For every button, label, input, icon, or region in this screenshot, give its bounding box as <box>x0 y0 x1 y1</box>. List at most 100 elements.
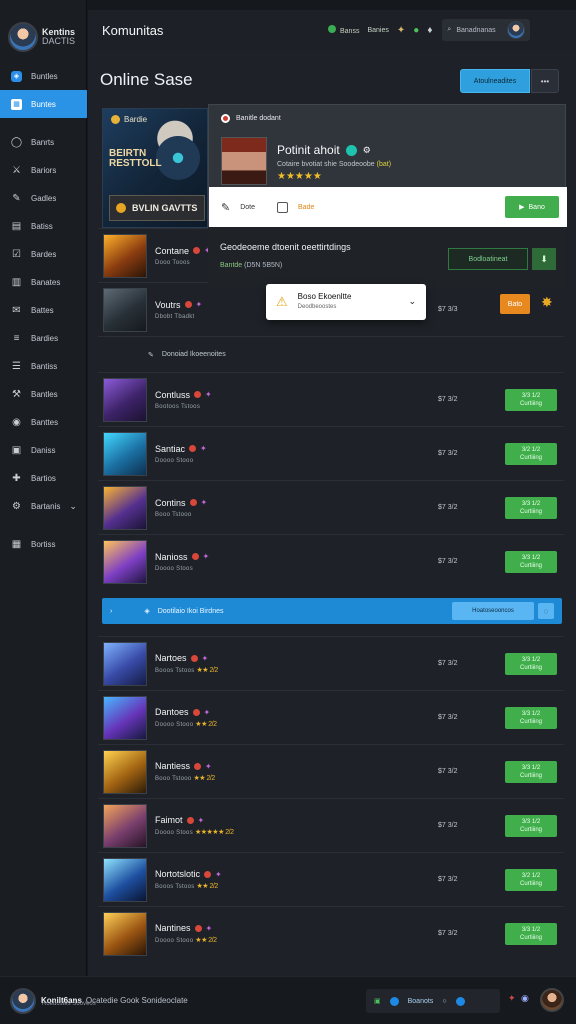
gem-icon: ✦ <box>215 869 222 879</box>
game-row[interactable]: Faimot ✦ Doooo Stoos ★★★★★ 2/2 $7 3/2 3/3 1/… <box>98 798 564 852</box>
sidebar-item-10[interactable]: ☰ Bantiss <box>0 352 87 380</box>
game-row[interactable]: Nanioss ✦ Doooo Stoos $7 3/2 3/3 1/2 Curtiii… <box>98 534 564 588</box>
bottom-profile-avatar[interactable] <box>540 988 564 1012</box>
status-dropdown[interactable]: ⚠ Boso Ekoenltte Deodbeoostes ⌄ <box>266 284 426 320</box>
game-row[interactable]: Nantiess ✦ Booo Tstooo ★★ 2/2 $7 3/2 3/3 1/2… <box>98 744 564 798</box>
promo-banner[interactable]: › ◈ Dootilaio Ikoi Birdnes Hoatoseooncos ◌ <box>102 598 562 624</box>
profile-avatar[interactable] <box>507 21 526 39</box>
popup-header: Banitle dodant <box>209 105 565 131</box>
sidebar-item-12[interactable]: ◉ Banttes <box>0 408 87 436</box>
sidebar-item-16[interactable]: ▦ Bortiss <box>0 530 87 558</box>
game-name-label: Contluss <box>155 389 191 400</box>
notice-button[interactable]: Bodloatineat <box>448 248 528 270</box>
sidebar-item-11[interactable]: ⚒ Bantles <box>0 380 87 408</box>
sidebar-item-13[interactable]: ▣ Daniss <box>0 436 87 464</box>
game-row[interactable]: Nartoes ✦ Booos Tstoos ★★ 2/2 $7 3/2 3/3 1/2… <box>98 636 564 690</box>
buy-button[interactable]: 3/3 1/2 Curtiiing <box>505 388 557 411</box>
globe-icon[interactable]: ◉ <box>521 993 529 1004</box>
game-row[interactable]: Nantines ✦ Doooo Stooo ★★ 2/2 $7 3/2 3/3 1/2… <box>98 906 564 960</box>
sidebar-item-9[interactable]: ≡ Bardies <box>0 324 87 352</box>
buy-line2: Curtiiing <box>519 400 542 407</box>
game-subtitle: Doooo Stooo ★★ 2/2 <box>155 720 355 728</box>
buy-button[interactable]: 3/3 1/2 Curtiiing <box>505 550 557 573</box>
buy-line2: Curtiiing <box>519 664 542 671</box>
hero-category-label: Bardie <box>124 115 148 124</box>
sidebar-item-7[interactable]: ▥ Banates <box>0 268 87 296</box>
badge-icon <box>184 301 192 308</box>
notice-button-label: Bodloatineat <box>468 255 508 263</box>
star-badge-icon[interactable]: ✸ <box>541 294 553 311</box>
popup-action-bar: ✎ Dote Bade ▶ Bano <box>209 187 567 227</box>
game-thumbnail <box>103 485 147 530</box>
game-row[interactable]: Contluss ✦ Bootoos Tstoos $7 3/2 3/3 1/2 Cur… <box>98 372 564 426</box>
game-price: $7 3/2 <box>438 876 458 883</box>
bell-icon[interactable]: ♦ <box>427 25 432 36</box>
sidebar-item-15[interactable]: ⚙ Bartanis ⌄ <box>0 492 87 520</box>
badge-icon <box>189 499 197 506</box>
orange-action-button[interactable]: Bato <box>500 294 530 314</box>
more-menu-button[interactable]: ••• <box>531 69 559 93</box>
notice-icon-button[interactable]: ⬇ <box>532 248 556 270</box>
bottom-status-pill[interactable]: ▣ Boanots ○ <box>366 989 500 1013</box>
game-row[interactable]: Santiac ✦ Doooo Stooo $7 3/2 3/2 1/2 Curtiii… <box>98 426 564 480</box>
game-subtitle-label: Doooo Stoos <box>155 565 193 572</box>
promo-icon-button[interactable]: ◌ <box>538 603 554 619</box>
gift-icon[interactable]: ✦ <box>397 25 405 36</box>
sidebar-item-1[interactable]: ▦ Buntes <box>0 90 87 118</box>
game-rating: ★★★★★ 2/2 <box>194 829 234 836</box>
top-link-2[interactable]: Banies <box>367 27 388 34</box>
hero-card[interactable]: Bardie BEIRTN RESTTOLL BVLIN GAVTTS <box>102 108 208 228</box>
sidebar-item-2[interactable]: ◯ Banrts <box>0 128 87 156</box>
buy-button[interactable]: 3/3 1/2 Curtiiing <box>505 760 557 783</box>
sidebar-item-6[interactable]: ☑ Bardes <box>0 240 87 268</box>
game-row[interactable]: Nortotslotic ✦ Booos Tstoos ★★ 2/2 $7 3/2 3/… <box>98 852 564 906</box>
sidebar-item-4[interactable]: ✎ Gadles <box>0 184 87 212</box>
dropdown-text: Boso Ekoenltte Deodbeoostes <box>298 292 352 312</box>
buy-button[interactable]: 3/3 1/2 Curtiiing <box>505 652 557 675</box>
game-row[interactable]: Dantoes ✦ Doooo Stooo ★★ 2/2 $7 3/2 3/3 1/2 C… <box>98 690 564 744</box>
user-avatar[interactable] <box>8 22 38 52</box>
buy-button[interactable]: 3/3 1/2 Curtiiing <box>505 496 557 519</box>
mail-icon: ✉ <box>12 304 21 316</box>
game-info: Nantiess ✦ Booo Tstooo ★★ 2/2 <box>155 761 355 782</box>
buy-button[interactable]: 3/2 1/2 Curtiiing <box>505 442 557 465</box>
sidebar-item-0[interactable]: ◈ Buntles <box>0 62 87 90</box>
search-box[interactable]: ⌕ Banadnanas <box>442 19 531 41</box>
game-name-label: Santiac <box>155 443 186 454</box>
game-subtitle-label: Booo Tstooo <box>155 511 192 518</box>
buy-button[interactable]: 3/2 1/2 Curtiiing <box>505 868 557 891</box>
hero-category: Bardie <box>111 115 147 124</box>
notice-sub: Bantde (D5N 5B5N) <box>220 262 282 269</box>
popup-name-label: Potinit ahoit <box>277 143 340 157</box>
game-rating: ★★ 2/2 <box>195 937 217 944</box>
game-name-label: Contane <box>155 245 190 256</box>
pin-icon[interactable]: ✎ <box>221 201 230 214</box>
promo-button[interactable]: Hoatoseooncos <box>452 602 534 620</box>
game-row[interactable]: Contins ✦ Booo Tstooo $7 3/2 3/3 1/2 Curtiii… <box>98 480 564 534</box>
sidebar: Kentins DACTIS ◈ Buntles ▦ Buntes ◯ Banrts ⚔ Ba… <box>0 0 87 976</box>
top-link-1[interactable]: Banss <box>328 25 359 35</box>
game-price: $7 3/2 <box>438 396 458 403</box>
game-subtitle: Doooo Stooo ★★ 2/2 <box>155 936 355 944</box>
sidebar-item-5[interactable]: ▤ Batiss <box>0 212 87 240</box>
badge-icon <box>194 924 202 932</box>
sidebar-item-14[interactable]: ✚ Bartios <box>0 464 87 492</box>
popup-confirm-button[interactable]: ▶ Bano <box>505 196 559 218</box>
buy-button[interactable]: 3/3 1/2 Curtiiing <box>505 814 557 837</box>
popup-checkbox[interactable] <box>277 201 289 213</box>
sidebar-item-8[interactable]: ✉ Battes <box>0 296 87 324</box>
game-subtitle: Booo Tstooo <box>155 511 355 518</box>
game-name-label: Nantines <box>155 923 191 933</box>
bottom-avatar[interactable] <box>10 987 36 1014</box>
primary-action-button[interactable]: Atoulneadites <box>460 69 530 93</box>
settings-icon[interactable]: ⚙ <box>363 145 371 156</box>
gift-icon[interactable]: ✦ <box>508 993 516 1004</box>
buy-button[interactable]: 3/3 1/2 Curtiiing <box>505 922 557 945</box>
game-thumbnail <box>103 233 147 278</box>
hero-button[interactable]: BVLIN GAVTTS <box>109 195 205 221</box>
buy-button[interactable]: 3/3 1/2 Curtiiing <box>505 706 557 729</box>
badge-icon <box>190 654 198 662</box>
sidebar-item-3[interactable]: ⚔ Bariors <box>0 156 87 184</box>
shield-check-icon[interactable]: ● <box>413 25 419 36</box>
warning-icon: ⚠ <box>276 294 288 309</box>
